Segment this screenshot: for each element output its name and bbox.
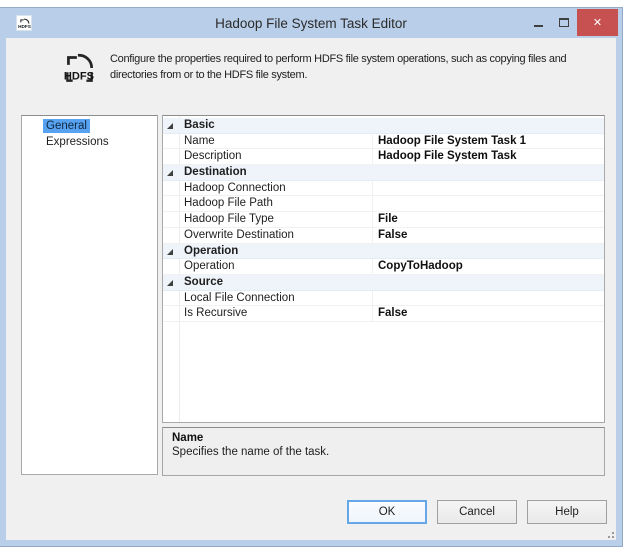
grid-category-row[interactable]: Operation: [163, 243, 604, 260]
property-value[interactable]: False: [373, 306, 604, 321]
property-name: Hadoop Connection: [179, 180, 373, 196]
grid-property-row[interactable]: Hadoop Connection: [163, 180, 604, 197]
grid-row-margin: [163, 259, 179, 274]
category-expanded-icon[interactable]: [167, 123, 173, 129]
property-value[interactable]: Hadoop File System Task: [373, 149, 604, 164]
hadoop-task-editor-dialog: HDFS Hadoop File System Task Editor ✕ HD…: [0, 8, 622, 546]
property-value[interactable]: False: [373, 228, 604, 243]
dialog-client-area: HDFS Configure the properties required t…: [6, 38, 616, 540]
sidebar-item-general[interactable]: General: [22, 119, 157, 135]
grid-category-row[interactable]: Destination: [163, 165, 604, 181]
grid-property-row[interactable]: Hadoop File Path: [163, 196, 604, 213]
grid-row-margin: [163, 228, 179, 243]
cancel-button[interactable]: Cancel: [437, 500, 517, 524]
maximize-button[interactable]: [551, 9, 577, 36]
property-name: Operation: [179, 259, 373, 274]
grid-row-margin: [163, 212, 179, 227]
help-pane-title: Name: [172, 432, 204, 444]
grid-row-margin: [163, 149, 179, 164]
grid-category-row[interactable]: Source: [163, 274, 604, 291]
property-value[interactable]: [373, 196, 604, 211]
grid-row-margin: [163, 165, 179, 180]
sidebar-item-label: Expressions: [46, 136, 109, 148]
dialog-buttons: OK Cancel Help: [347, 500, 607, 524]
help-pane-text: Specifies the name of the task.: [172, 446, 330, 458]
grid-row-margin: [163, 291, 179, 306]
category-label: Destination: [184, 166, 247, 179]
close-icon: ✕: [592, 17, 603, 29]
window-controls: ✕: [525, 9, 618, 36]
ok-button[interactable]: OK: [347, 500, 427, 524]
category-label: Source: [184, 275, 223, 288]
property-value[interactable]: [373, 291, 604, 306]
maximize-icon: [559, 18, 569, 27]
property-help-pane: Name Specifies the name of the task.: [162, 427, 605, 476]
grid-property-row[interactable]: Operation CopyToHadoop: [163, 259, 604, 275]
grid-row-margin: [163, 196, 179, 211]
grid-property-row[interactable]: Is Recursive False: [163, 306, 604, 322]
category-expanded-icon[interactable]: [167, 248, 173, 255]
grid-row-margin: [163, 118, 179, 133]
header-banner: HDFS Configure the properties required t…: [6, 38, 616, 112]
grid-property-row[interactable]: Hadoop File Type File: [163, 212, 604, 228]
dialog-description: Configure the properties required to per…: [110, 53, 567, 81]
grid-row-margin: [163, 306, 179, 321]
category-expanded-icon[interactable]: [167, 279, 173, 286]
page-list[interactable]: General Expressions: [21, 115, 158, 475]
screen: HDFS Hadoop File System Task Editor ✕ HD…: [0, 0, 624, 560]
hdfs-icon: HDFS: [60, 49, 98, 87]
close-button[interactable]: ✕: [577, 9, 618, 36]
minimize-icon: [533, 24, 543, 27]
property-value[interactable]: Hadoop File System Task 1: [373, 134, 604, 149]
grid-row-margin: [163, 275, 179, 290]
property-grid[interactable]: Basic Name Hadoop File System Task 1 Descri…: [162, 115, 605, 423]
minimize-button[interactable]: [525, 9, 551, 36]
property-value[interactable]: File: [373, 212, 604, 227]
property-name: Is Recursive: [179, 306, 373, 321]
property-name: Hadoop File Path: [179, 196, 373, 212]
grid-category-row[interactable]: Basic: [163, 118, 604, 134]
property-name: Hadoop File Type: [179, 212, 373, 227]
grid-row-margin: [163, 181, 179, 196]
titlebar[interactable]: HDFS Hadoop File System Task Editor ✕: [0, 8, 622, 38]
property-name: Local File Connection: [179, 290, 373, 306]
grid-property-row[interactable]: Local File Connection: [163, 290, 604, 307]
grid-row-margin: [163, 134, 179, 149]
sidebar-item-label: General: [43, 119, 90, 133]
property-name: Overwrite Destination: [179, 227, 373, 243]
grid-row-margin: [163, 244, 179, 259]
grid-property-row[interactable]: Name Hadoop File System Task 1: [163, 133, 604, 150]
resize-grip[interactable]: [604, 528, 614, 538]
property-value[interactable]: [373, 181, 604, 196]
grid-property-row[interactable]: Overwrite Destination False: [163, 227, 604, 244]
category-label: Operation: [184, 244, 239, 257]
property-name: Description: [179, 149, 373, 165]
category-expanded-icon[interactable]: [167, 170, 173, 177]
property-name: Name: [179, 133, 373, 149]
sidebar-item-expressions[interactable]: Expressions: [22, 135, 157, 151]
property-value[interactable]: CopyToHadoop: [373, 259, 604, 274]
hdfs-icon-label: HDFS: [64, 71, 94, 83]
category-label: Basic: [184, 119, 215, 131]
grid-property-row[interactable]: Description Hadoop File System Task: [163, 149, 604, 166]
help-button[interactable]: Help: [527, 500, 607, 524]
